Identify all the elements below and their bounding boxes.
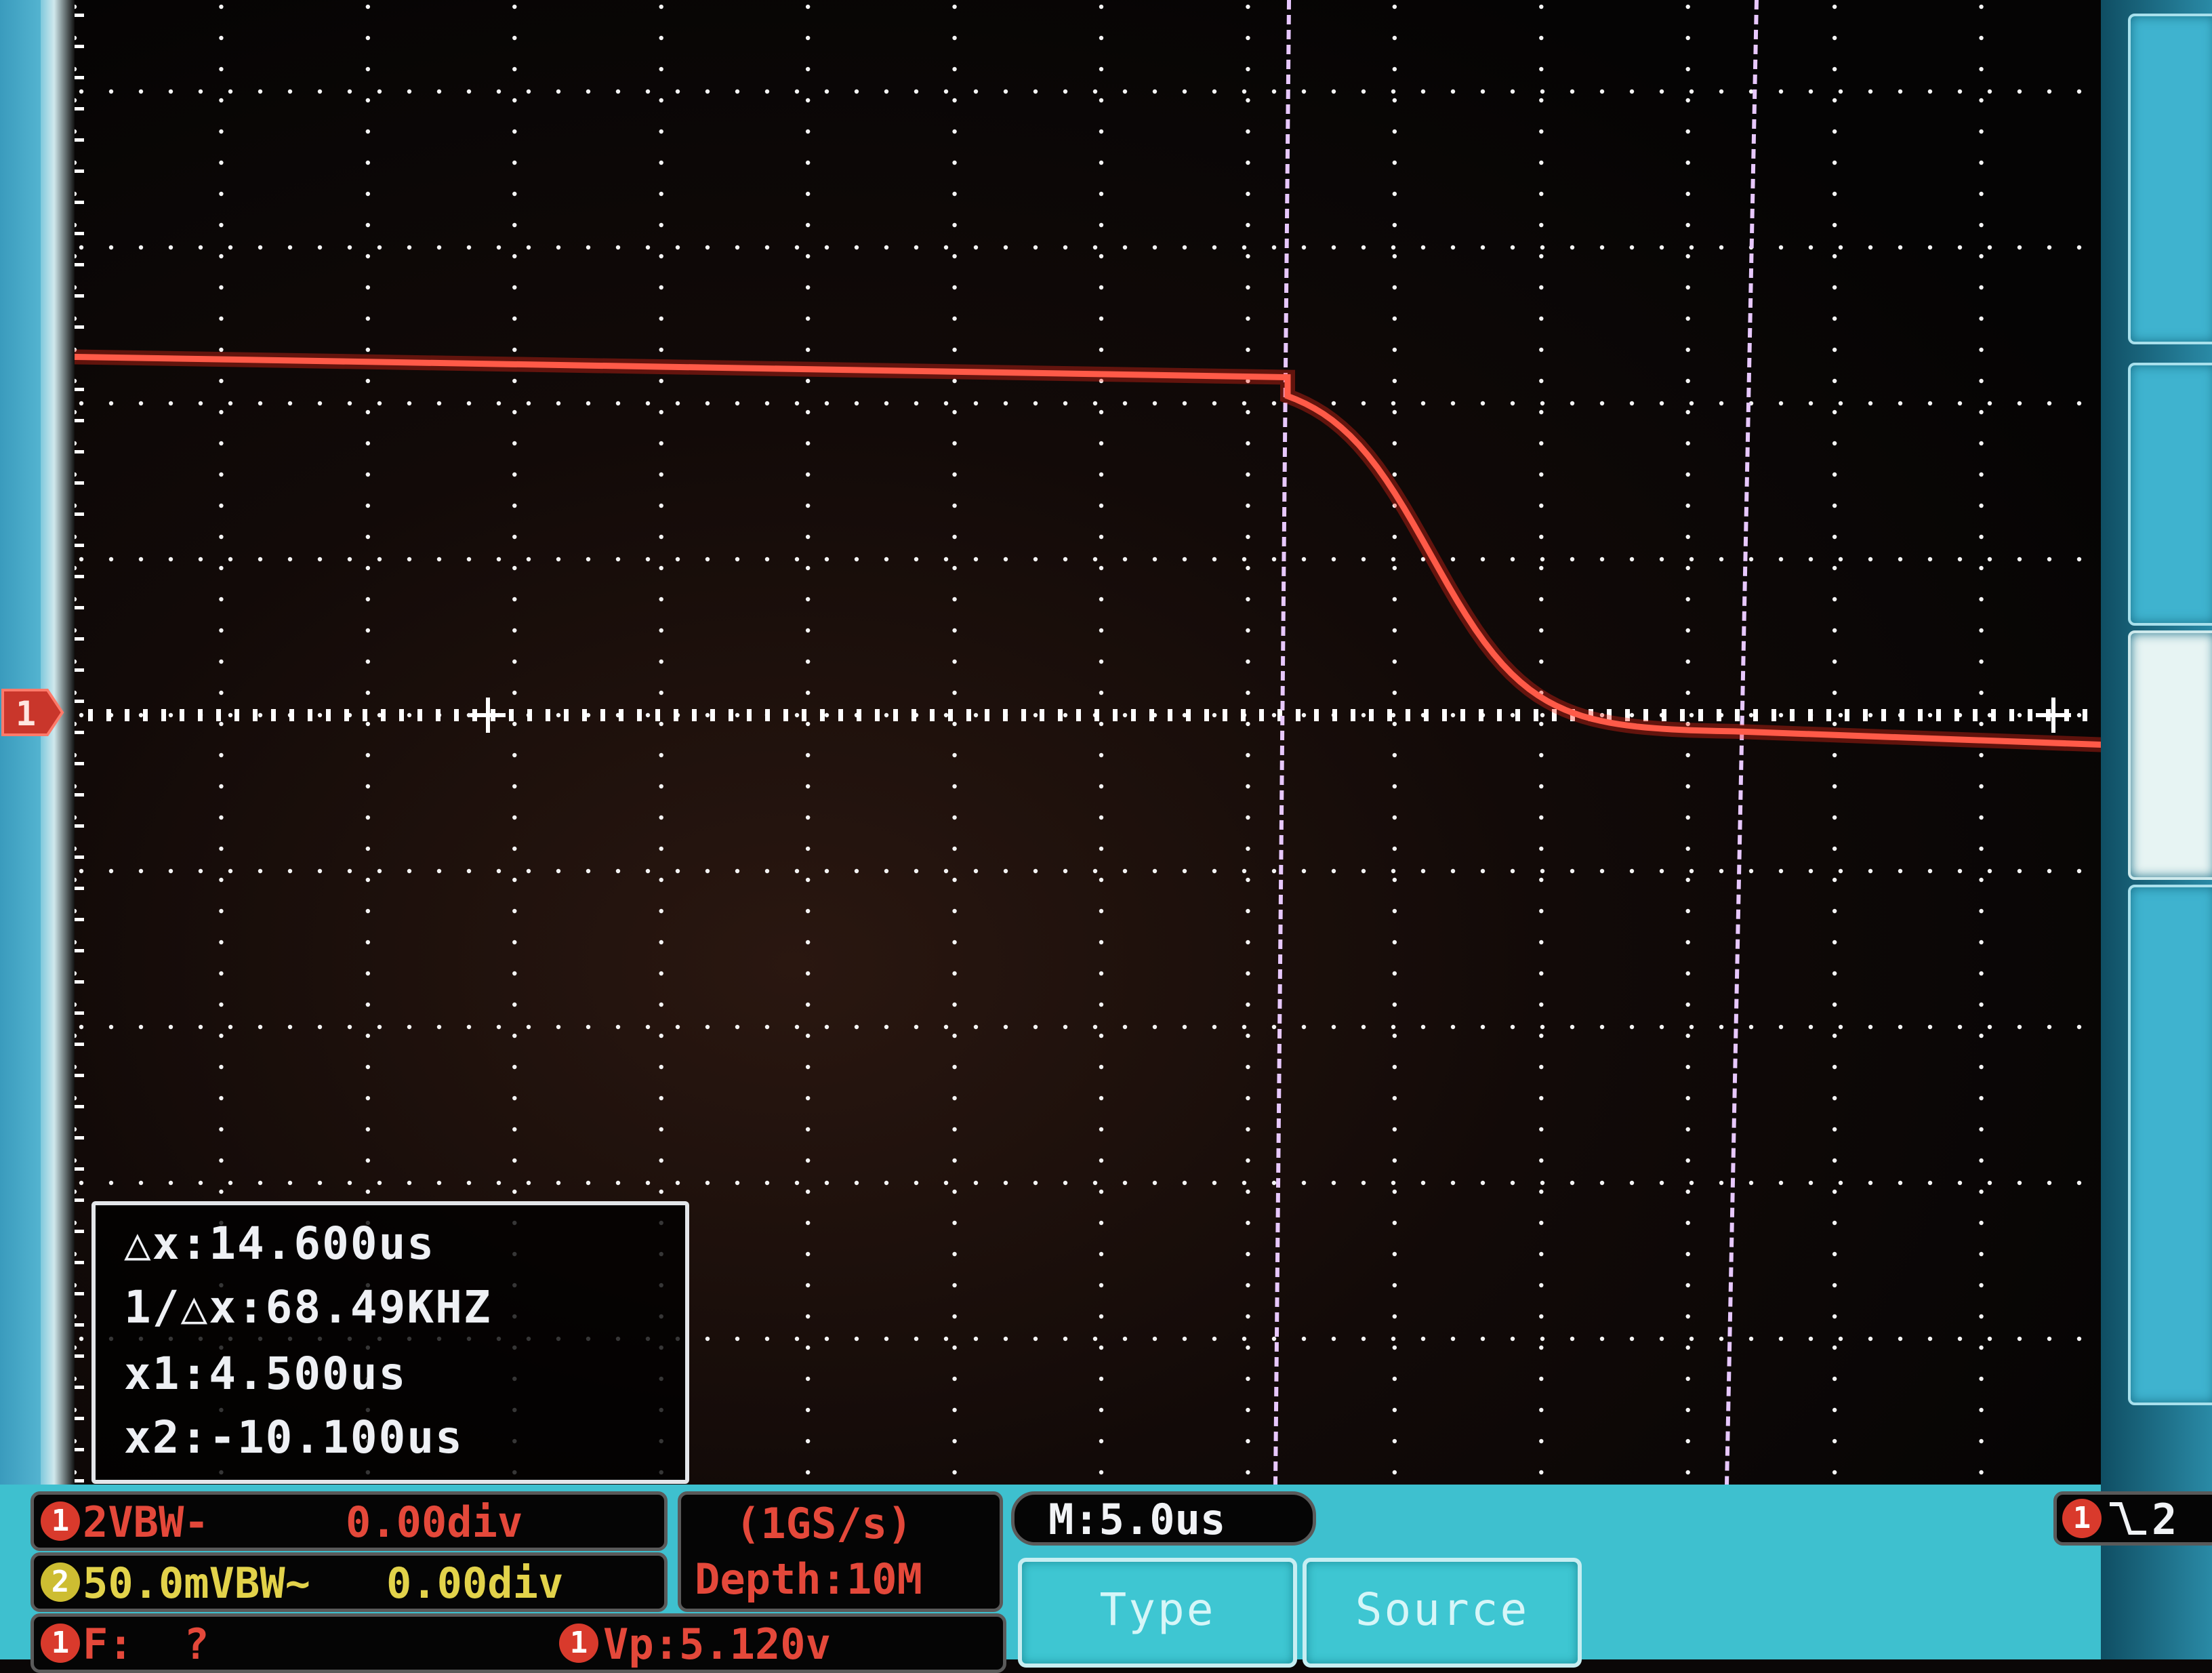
trigger-info[interactable]: 1 2 [2053,1491,2212,1546]
channel-1-badge: 1 [41,1501,80,1541]
trigger-source-badge: 1 [2062,1499,2102,1538]
channel-1-scale: 2VBW- [83,1497,209,1547]
right-side-menu [2101,0,2212,1659]
delta-x-readout: △x:14.600us [124,1217,436,1270]
side-menu-button-3[interactable] [2128,630,2212,880]
channel-2-scale: 50.0mVBW~ [83,1558,310,1608]
side-menu-button-2[interactable] [2128,363,2212,626]
acquisition-info: (1GS/s) Depth:10M [678,1491,1003,1612]
source-softkey[interactable]: Source [1303,1558,1582,1668]
timebase-readout: M:5.0us [1048,1495,1226,1544]
sample-rate: (1GS/s) [735,1499,913,1548]
cursor-line [1273,0,1291,1485]
cursor-measurement-box: △x:14.600us 1/△x:68.49KHZ x1:4.500us x2:… [91,1201,689,1484]
falling-edge-icon [2110,1502,2146,1535]
trigger-level: 2 [2152,1495,2177,1544]
x2-readout: x2:-10.100us [124,1411,464,1464]
channel-1-ground-marker[interactable]: 1 [0,686,64,739]
cursor-line [1725,0,1759,1485]
timebase-info[interactable]: M:5.0us [1011,1491,1316,1546]
memory-depth: Depth:10M [695,1554,922,1604]
vpp-readout: Vp:5.120v [603,1619,831,1669]
channel-1-waveform [75,354,2128,749]
waveform-glow [75,349,2128,753]
source-softkey-label: Source [1355,1584,1530,1636]
channel-1-info[interactable]: 1 2VBW- 0.00div [30,1491,668,1551]
vpp-badge: 1 [559,1624,598,1663]
channel-2-info[interactable]: 2 50.0mVBW~ 0.00div [30,1552,668,1612]
channel-2-badge: 2 [41,1563,80,1602]
channel-1-offset: 0.00div [346,1497,523,1547]
x1-readout: x1:4.500us [124,1348,407,1400]
type-softkey[interactable]: Type [1018,1558,1297,1668]
inverse-delta-x-readout: 1/△x:68.49KHZ [124,1281,492,1333]
left-bezel [0,0,75,1659]
side-menu-button-4[interactable] [2128,885,2212,1405]
channel-marker-label: 1 [16,694,36,733]
frequency-info: 1 F: ? 1 Vp:5.120v [30,1613,1006,1673]
channel-2-offset: 0.00div [386,1558,564,1608]
frequency-badge: 1 [41,1624,80,1663]
side-menu-button-1[interactable] [2128,14,2212,344]
frequency-readout: F: ? [83,1619,209,1669]
type-softkey-label: Type [1099,1584,1216,1636]
